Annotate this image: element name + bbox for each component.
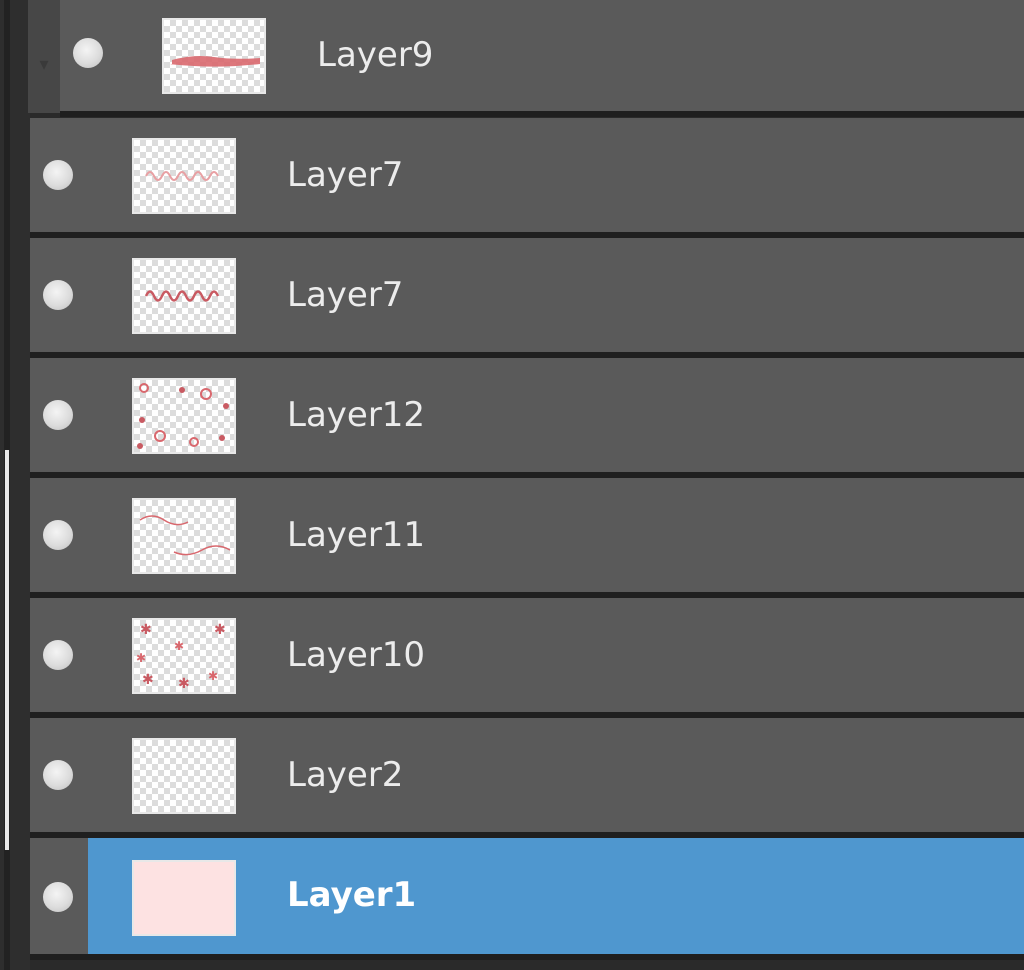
layer-name: Layer11 (287, 515, 426, 555)
scattered-stars-icon: ✱ ✱ ✱ ✱ ✱ ✱ ✱ (136, 622, 226, 692)
scattered-dots-icon (137, 383, 229, 449)
layer-row-layer2[interactable]: Layer2 (30, 718, 1024, 838)
scrollbar-thumb[interactable] (5, 450, 9, 850)
visibility-eye-icon[interactable] (43, 882, 73, 912)
layer-row-layer7[interactable]: Layer7 (30, 118, 1024, 238)
layer-thumbnail: ✱ ✱ ✱ ✱ ✱ ✱ ✱ (132, 618, 236, 694)
visibility-eye-icon[interactable] (73, 38, 103, 68)
visibility-eye-icon[interactable] (43, 280, 73, 310)
visibility-eye-icon[interactable] (43, 640, 73, 670)
layer-name: Layer10 (287, 635, 426, 675)
visibility-eye-icon[interactable] (43, 760, 73, 790)
layer-thumbnail (132, 378, 236, 454)
svg-text:✱: ✱ (178, 676, 190, 692)
layer-thumbnail (162, 18, 266, 94)
panel-scrollbar[interactable] (0, 0, 30, 970)
visibility-eye-icon[interactable] (43, 160, 73, 190)
layer-row-layer1[interactable]: Layer1 (30, 838, 1024, 960)
layer-name: Layer7 (287, 155, 404, 195)
layer-thumbnail (132, 498, 236, 574)
layer-row-layer7-copy[interactable]: Layer7 (30, 238, 1024, 358)
layer-thumbnail (132, 860, 236, 936)
layer-name: Layer7 (287, 275, 404, 315)
layer-row-layer12[interactable]: Layer12 (30, 358, 1024, 478)
layer-name: Layer12 (287, 395, 426, 435)
svg-text:✱: ✱ (208, 669, 218, 683)
layer-row-layer11[interactable]: Layer11 (30, 478, 1024, 598)
svg-text:✱: ✱ (174, 639, 184, 653)
visibility-eye-icon[interactable] (43, 400, 73, 430)
visibility-eye-icon[interactable] (43, 520, 73, 550)
layer-row-layer9[interactable]: Layer9 (60, 0, 1024, 117)
layer-thumbnail (132, 258, 236, 334)
folder-collapse-arrow-icon[interactable]: ▾ (28, 0, 60, 113)
layer-name: Layer9 (317, 35, 434, 75)
svg-text:✱: ✱ (136, 651, 146, 665)
layer-thumbnail (132, 138, 236, 214)
wavy-lines-icon (139, 515, 231, 556)
svg-text:✱: ✱ (142, 672, 154, 688)
layer-row-layer10[interactable]: ✱ ✱ ✱ ✱ ✱ ✱ ✱ Layer10 (30, 598, 1024, 718)
layer-name: Layer2 (287, 755, 404, 795)
layers-panel: ▾ Layer9 Layer7 Layer7 Layer12 Layer11 ✱… (0, 0, 1024, 970)
red-brush-stroke-icon (170, 56, 260, 67)
svg-text:✱: ✱ (214, 622, 226, 638)
handwriting-icon (144, 290, 220, 302)
faint-handwriting-icon (145, 171, 219, 181)
layer-thumbnail (132, 738, 236, 814)
layer-name: Layer1 (287, 875, 417, 915)
svg-text:✱: ✱ (140, 622, 152, 638)
